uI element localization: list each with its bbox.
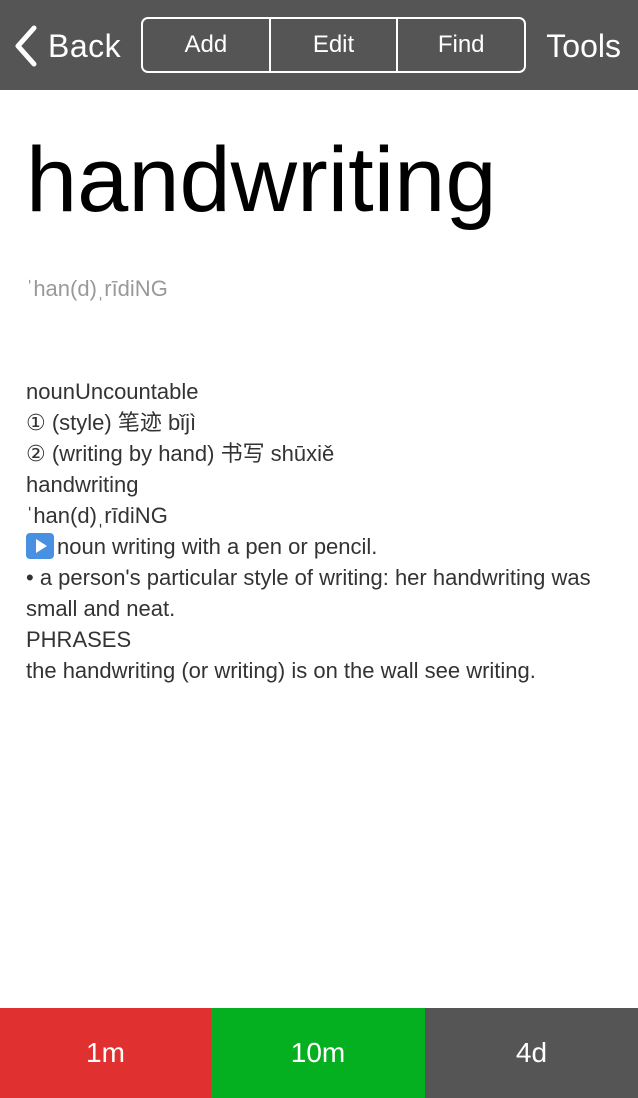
entry-content: handwriting ˈhan(d)ˌrīdiNG nounUncountab… bbox=[26, 90, 616, 686]
review-bar: 1m 10m 4d bbox=[0, 1008, 638, 1098]
phrases-heading: PHRASES bbox=[26, 627, 132, 652]
subentry-pronunciation: ˈhan(d)ˌrīdiNG bbox=[26, 503, 168, 528]
tools-button[interactable]: Tools bbox=[546, 20, 621, 72]
top-navigation-bar: Back Add Edit Find Tools bbox=[0, 0, 638, 90]
chevron-left-icon bbox=[15, 25, 37, 67]
edit-button[interactable]: Edit bbox=[268, 19, 397, 71]
definition-block: nounUncountable ① (style) 笔迹 bǐjì ② (wri… bbox=[26, 376, 616, 686]
find-button[interactable]: Find bbox=[396, 19, 524, 71]
sense-2: ② (writing by hand) 书写 shūxiě bbox=[26, 441, 335, 466]
add-button[interactable]: Add bbox=[143, 19, 269, 71]
segmented-control: Add Edit Find bbox=[141, 17, 526, 73]
headword: handwriting bbox=[26, 129, 497, 231]
sense-1: ① (style) 笔迹 bǐjì bbox=[26, 410, 197, 435]
review-1m-button[interactable]: 1m bbox=[0, 1008, 211, 1098]
back-button[interactable]: Back bbox=[12, 20, 121, 72]
back-label: Back bbox=[48, 27, 122, 64]
review-4d-button[interactable]: 4d bbox=[425, 1008, 638, 1098]
definition-text: noun writing with a pen or pencil. bbox=[57, 534, 378, 559]
definition-example: • a person's particular style of writing… bbox=[26, 565, 591, 621]
definition-line: noun writing with a pen or pencil. bbox=[26, 531, 616, 562]
phrase-line: the handwriting (or writing) is on the w… bbox=[26, 658, 536, 683]
subentry-headword: handwriting bbox=[26, 472, 139, 497]
part-of-speech: nounUncountable bbox=[26, 379, 199, 404]
review-10m-button[interactable]: 10m bbox=[211, 1008, 425, 1098]
pronunciation: ˈhan(d)ˌrīdiNG bbox=[26, 276, 168, 301]
play-icon[interactable] bbox=[26, 533, 54, 559]
